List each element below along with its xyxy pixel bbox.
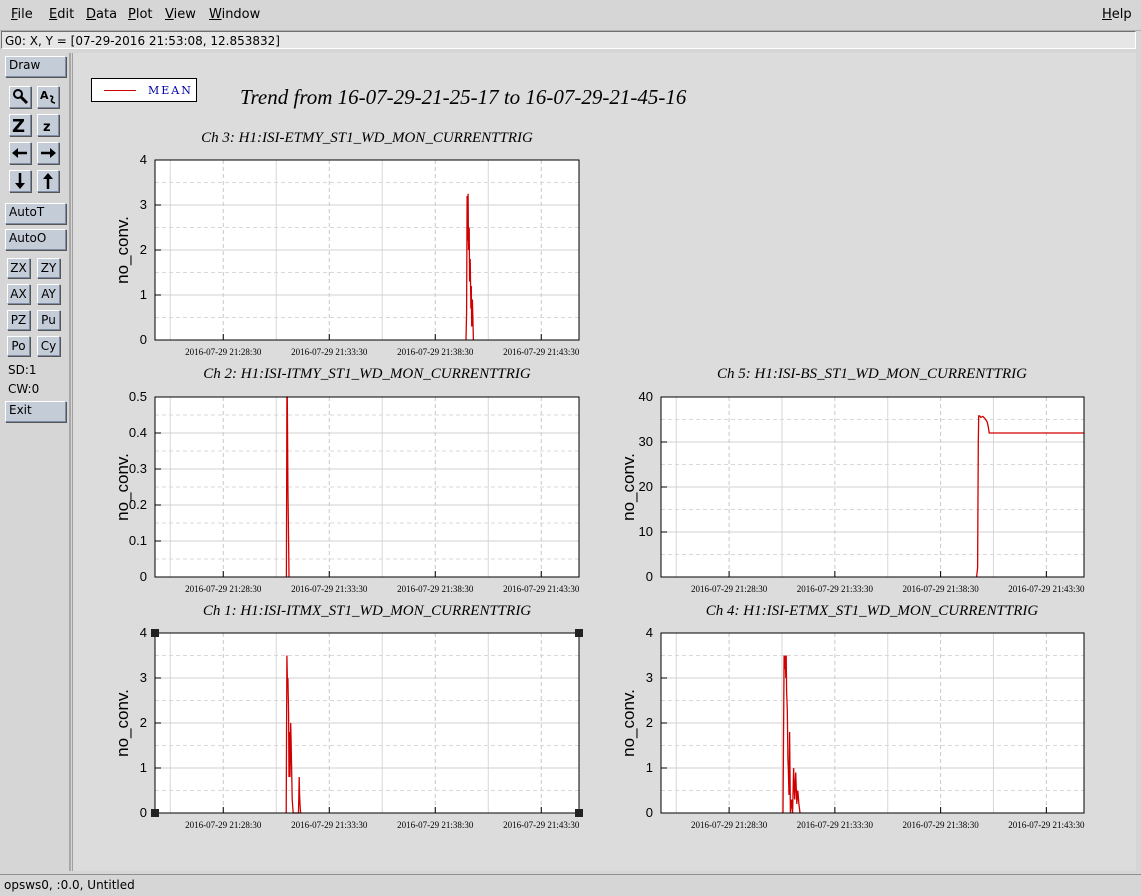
x-tick-label: 2016-07-29 21:43:30 xyxy=(503,347,580,357)
y-tick-label: 4 xyxy=(140,625,147,640)
y-tick-label: 30 xyxy=(639,434,653,449)
chart-title: Ch 2: H1:ISI-ITMY_ST1_WD_MON_CURRENTTRIG xyxy=(203,366,531,382)
x-tick-label: 2016-07-29 21:33:30 xyxy=(291,820,368,830)
x-tick-label: 2016-07-29 21:33:30 xyxy=(797,584,874,594)
selection-handle[interactable] xyxy=(151,629,159,637)
y-tick-label: 0 xyxy=(140,805,147,820)
y-tick-label: 10 xyxy=(639,524,653,539)
x-tick-label: 2016-07-29 21:28:30 xyxy=(185,820,262,830)
y-tick-label: 0 xyxy=(140,569,147,584)
y-tick-label: 20 xyxy=(639,479,653,494)
y-tick-label: 1 xyxy=(646,760,653,775)
chart-title: Ch 5: H1:ISI-BS_ST1_WD_MON_CURRENTTRIG xyxy=(717,366,1027,382)
x-tick-label: 2016-07-29 21:28:30 xyxy=(691,584,768,594)
selection-handle[interactable] xyxy=(151,809,159,817)
x-tick-label: 2016-07-29 21:33:30 xyxy=(797,820,874,830)
y-tick-label: 2 xyxy=(646,715,653,730)
y-axis-label: no_conv. xyxy=(619,689,638,757)
y-tick-label: 40 xyxy=(639,389,653,404)
chart-title: Ch 3: H1:ISI-ETMY_ST1_WD_MON_CURRENTTRIG xyxy=(201,130,533,146)
y-tick-label: 4 xyxy=(140,152,147,167)
chart-title: Ch 4: H1:ISI-ETMX_ST1_WD_MON_CURRENTTRIG xyxy=(706,603,1039,619)
x-tick-label: 2016-07-29 21:38:30 xyxy=(397,820,474,830)
selection-handle[interactable] xyxy=(575,629,583,637)
x-tick-label: 2016-07-29 21:38:30 xyxy=(397,347,474,357)
x-tick-label: 2016-07-29 21:38:30 xyxy=(397,584,474,594)
y-tick-label: 2 xyxy=(140,715,147,730)
y-tick-label: 0.4 xyxy=(129,425,147,440)
x-tick-label: 2016-07-29 21:28:30 xyxy=(691,820,768,830)
y-tick-label: 3 xyxy=(140,197,147,212)
y-tick-label: 0 xyxy=(140,332,147,347)
y-tick-label: 1 xyxy=(140,760,147,775)
x-tick-label: 2016-07-29 21:43:30 xyxy=(1008,584,1085,594)
y-tick-label: 0 xyxy=(646,805,653,820)
x-tick-label: 2016-07-29 21:43:30 xyxy=(1008,820,1085,830)
x-tick-label: 2016-07-29 21:38:30 xyxy=(902,820,979,830)
x-tick-label: 2016-07-29 21:28:30 xyxy=(185,584,262,594)
y-axis-label: no_conv. xyxy=(619,453,638,521)
x-tick-label: 2016-07-29 21:43:30 xyxy=(503,584,580,594)
y-tick-label: 3 xyxy=(646,670,653,685)
status-bar: opsws0, :0.0, Untitled xyxy=(0,874,1141,896)
chart-title: Ch 1: H1:ISI-ITMX_ST1_WD_MON_CURRENTTRIG xyxy=(203,603,531,619)
x-tick-label: 2016-07-29 21:33:30 xyxy=(291,347,368,357)
x-tick-label: 2016-07-29 21:43:30 xyxy=(503,820,580,830)
y-tick-label: 3 xyxy=(140,670,147,685)
y-axis-label: no_conv. xyxy=(113,453,132,521)
x-tick-label: 2016-07-29 21:38:30 xyxy=(902,584,979,594)
y-axis-label: no_conv. xyxy=(113,216,132,284)
y-tick-label: 0 xyxy=(646,569,653,584)
y-axis-label: no_conv. xyxy=(113,689,132,757)
y-tick-label: 4 xyxy=(646,625,653,640)
x-tick-label: 2016-07-29 21:33:30 xyxy=(291,584,368,594)
plots-layer: Ch 3: H1:ISI-ETMY_ST1_WD_MON_CURRENTTRIG… xyxy=(113,130,1085,830)
y-tick-label: 1 xyxy=(140,287,147,302)
y-tick-label: 2 xyxy=(140,242,147,257)
y-tick-label: 0.1 xyxy=(129,533,147,548)
x-tick-label: 2016-07-29 21:28:30 xyxy=(185,347,262,357)
y-tick-label: 0.5 xyxy=(129,389,147,404)
selection-handle[interactable] xyxy=(575,809,583,817)
